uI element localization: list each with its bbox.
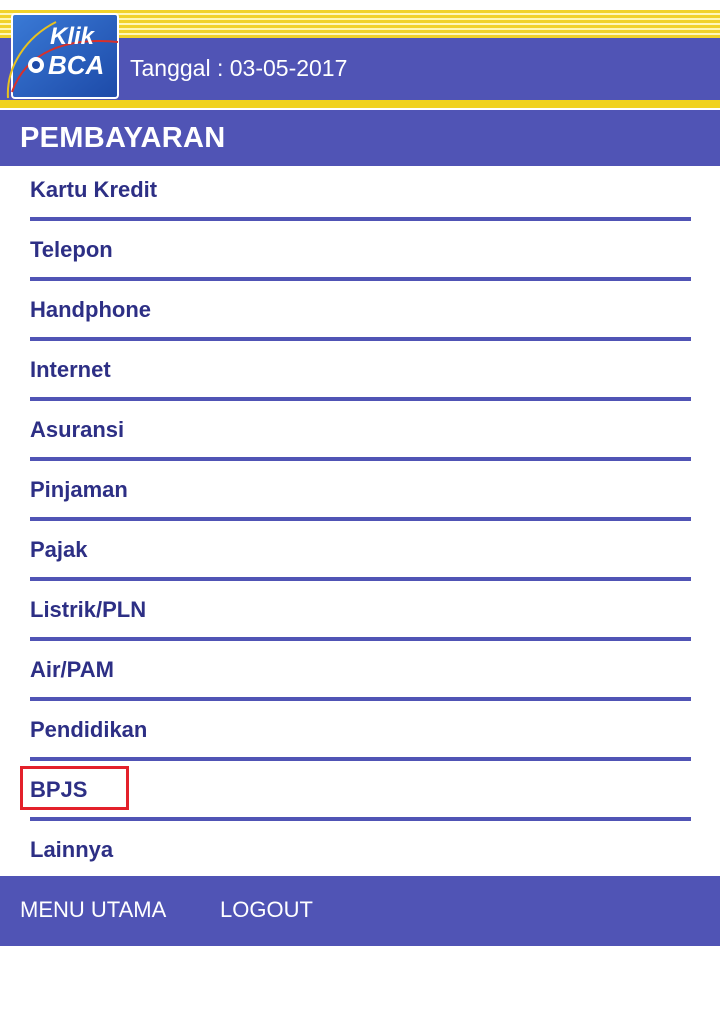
menu-item-pajak[interactable]: Pajak <box>0 526 720 586</box>
bpjs-highlight-box <box>20 766 129 810</box>
divider <box>30 817 691 821</box>
menu-item-label[interactable]: Asuransi <box>30 417 124 443</box>
menu-utama-link[interactable]: MENU UTAMA <box>20 897 166 923</box>
menu-item-pinjaman[interactable]: Pinjaman <box>0 466 720 526</box>
menu-item-label[interactable]: Pinjaman <box>30 477 128 503</box>
menu-item-label[interactable]: Internet <box>30 357 111 383</box>
menu-item-pendidikan[interactable]: Pendidikan <box>0 706 720 766</box>
divider <box>30 757 691 761</box>
footer-nav: MENU UTAMA LOGOUT <box>0 876 720 946</box>
menu-item-internet[interactable]: Internet <box>0 346 720 406</box>
app-header: Klik BCA Tanggal : 03-05-2017 <box>0 0 720 108</box>
menu-item-asuransi[interactable]: Asuransi <box>0 406 720 466</box>
menu-item-label[interactable]: Pajak <box>30 537 88 563</box>
menu-item-kartu-kredit[interactable]: Kartu Kredit <box>0 166 720 226</box>
date-label: Tanggal : 03-05-2017 <box>130 55 348 81</box>
divider <box>30 637 691 641</box>
menu-item-label[interactable]: Telepon <box>30 237 113 263</box>
menu-item-label[interactable]: Kartu Kredit <box>30 177 157 203</box>
divider <box>30 577 691 581</box>
menu-item-listrik-pln[interactable]: Listrik/PLN <box>0 586 720 646</box>
divider <box>30 457 691 461</box>
divider <box>30 217 691 221</box>
divider <box>30 397 691 401</box>
divider <box>30 697 691 701</box>
divider <box>30 277 691 281</box>
divider <box>30 517 691 521</box>
logout-link[interactable]: LOGOUT <box>220 897 313 923</box>
menu-item-label[interactable]: Pendidikan <box>30 717 147 743</box>
page-title: PEMBAYARAN <box>20 122 226 154</box>
menu-item-label[interactable]: Listrik/PLN <box>30 597 146 623</box>
logo-text-bca: BCA <box>48 50 104 80</box>
menu-item-label[interactable]: Handphone <box>30 297 151 323</box>
menu-item-handphone[interactable]: Handphone <box>0 286 720 346</box>
header-bottom-stripe <box>0 100 720 108</box>
menu-item-label[interactable]: Air/PAM <box>30 657 114 683</box>
menu-item-telepon[interactable]: Telepon <box>0 226 720 286</box>
menu-item-air-pam[interactable]: Air/PAM <box>0 646 720 706</box>
section-header: PEMBAYARAN <box>0 110 720 166</box>
menu-item-label[interactable]: Lainnya <box>30 837 113 863</box>
divider <box>30 337 691 341</box>
logo-text-klik: Klik <box>50 23 96 50</box>
klikbca-logo: Klik BCA <box>6 13 119 99</box>
